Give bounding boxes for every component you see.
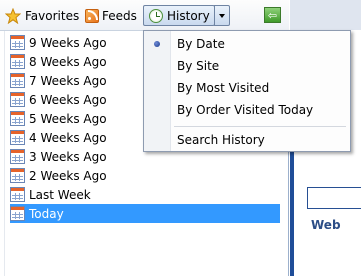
chevron-down-icon	[219, 13, 225, 18]
favorites-center-toolbar: Favorites Feeds History ⇦	[0, 0, 289, 31]
feeds-label: Feeds	[102, 8, 137, 23]
history-row-label: 7 Weeks Ago	[29, 73, 107, 88]
menu-item-by-site[interactable]: By Site	[177, 57, 219, 75]
page-header-strip	[290, 0, 361, 30]
history-view-dropdown-button[interactable]	[214, 5, 230, 26]
calendar-icon	[10, 92, 25, 107]
history-row-label: 9 Weeks Ago	[29, 35, 107, 50]
calendar-icon	[10, 35, 25, 50]
history-row-label: 3 Weeks Ago	[29, 149, 107, 164]
web-search-tab[interactable]: Web	[311, 218, 341, 232]
history-row-label: 4 Weeks Ago	[29, 130, 107, 145]
menu-item-by-order-visited-today[interactable]: By Order Visited Today	[177, 101, 313, 119]
calendar-icon	[10, 168, 25, 183]
calendar-icon	[10, 206, 25, 221]
rss-feed-icon	[85, 8, 99, 23]
pane-divider	[4, 31, 5, 276]
history-row-label: 8 Weeks Ago	[29, 54, 107, 69]
history-clock-icon	[149, 8, 163, 23]
sync-green-arrow-icon: ⇦	[267, 8, 278, 22]
history-row-label: 6 Weeks Ago	[29, 92, 107, 107]
page-accent-bar	[290, 150, 294, 276]
history-view-menu: By Date By Site By Most Visited By Order…	[143, 30, 351, 152]
feeds-button[interactable]: Feeds	[85, 5, 137, 26]
history-label: History	[167, 8, 210, 23]
favorites-label: Favorites	[25, 8, 80, 23]
menu-item-search-history[interactable]: Search History	[177, 131, 265, 149]
radio-selected-icon	[154, 41, 160, 47]
web-search-input[interactable]	[307, 187, 361, 209]
calendar-icon	[10, 111, 25, 126]
calendar-icon	[10, 187, 25, 202]
calendar-icon	[10, 54, 25, 69]
calendar-icon	[10, 73, 25, 88]
history-row-2-weeks-ago[interactable]: 2 Weeks Ago	[10, 166, 280, 185]
history-row-today[interactable]: Today	[10, 204, 280, 223]
history-row-label: Today	[29, 206, 64, 221]
menu-icon-gutter	[144, 31, 171, 151]
history-row-label: Last Week	[29, 187, 91, 202]
history-row-label: 5 Weeks Ago	[29, 111, 107, 126]
history-row-last-week[interactable]: Last Week	[10, 185, 280, 204]
menu-item-by-date[interactable]: By Date	[177, 35, 225, 53]
menu-separator	[174, 126, 346, 127]
history-button[interactable]: History	[143, 5, 215, 26]
star-icon	[4, 7, 22, 24]
calendar-icon	[10, 130, 25, 145]
history-row-label: 2 Weeks Ago	[29, 168, 107, 183]
menu-item-by-most-visited[interactable]: By Most Visited	[177, 79, 269, 97]
favorites-button[interactable]: Favorites	[4, 5, 80, 26]
pin-favorites-center-button[interactable]: ⇦	[264, 7, 281, 23]
calendar-icon	[10, 149, 25, 164]
